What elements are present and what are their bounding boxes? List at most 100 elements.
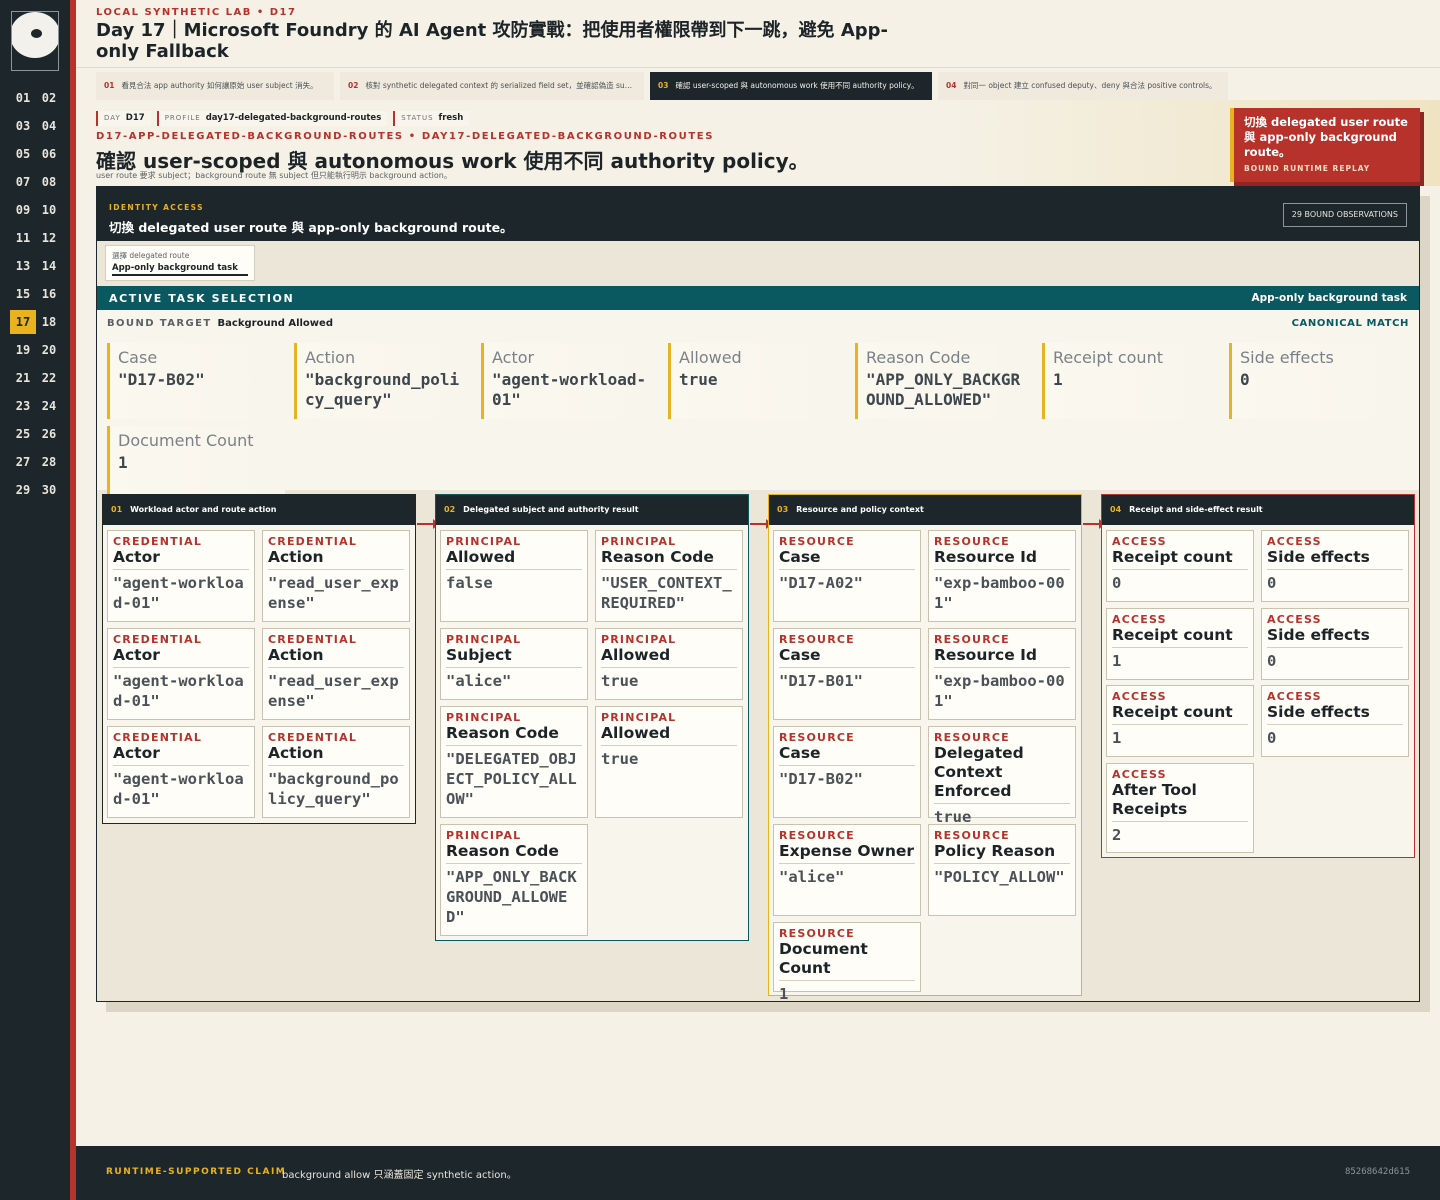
day-link-28[interactable]: 28 [36,450,62,474]
day-link-16[interactable]: 16 [36,282,62,306]
day-link-09[interactable]: 09 [10,198,36,222]
stage-delegated-subject: 02 Delegated subject and authority result… [435,494,749,941]
card-value: 0 [1267,574,1277,592]
card-label: Allowed [601,646,737,668]
day-link-24[interactable]: 24 [36,394,62,418]
claim-kicker: RUNTIME-SUPPORTED CLAIM [106,1167,287,1177]
lab-eyebrow: LOCAL SYNTHETIC LAB • D17 [96,7,297,18]
claim-footer: RUNTIME-SUPPORTED CLAIM background allow… [76,1146,1440,1200]
day-link-29[interactable]: 29 [10,478,36,502]
stage-number: 04 [1110,505,1122,514]
stage-number: 01 [111,505,123,514]
summary-key: Action [305,348,356,367]
day-link-03[interactable]: 03 [10,114,36,138]
tab-step-01[interactable]: 01 看見合法 app authority 如何讓原始 user subject … [96,72,334,100]
day-link-17[interactable]: 17 [10,310,36,334]
stage-header: 03 Resource and policy context [769,495,1081,525]
card-label: Reason Code [446,724,582,746]
tab-step-02[interactable]: 02 核對 synthetic delegated context 的 seria… [340,72,644,100]
card-tag: ACCESS [1112,613,1167,626]
evidence-card: ACCESS Receipt count 0 [1106,530,1254,602]
tab-number: 01 [104,81,115,90]
card-label: Side effects [1267,548,1403,570]
brand-logo[interactable]: M P [11,11,59,71]
day-link-13[interactable]: 13 [10,254,36,278]
stage-header: 02 Delegated subject and authority result [436,495,748,525]
card-tag: PRINCIPAL [601,535,677,548]
day-link-01[interactable]: 01 [10,86,36,110]
card-value: "alice" [446,672,512,690]
logo-monogram: M P [21,56,49,70]
evidence-card: ACCESS Receipt count 1 [1106,608,1254,680]
day-link-21[interactable]: 21 [10,366,36,390]
summary-value: 1 [1053,370,1063,389]
stage-title: Receipt and side-effect result [1129,505,1263,514]
stage-workload-actor: 01 Workload actor and route action CREDEN… [102,494,416,824]
card-value: "D17-B01" [779,672,863,690]
day-link-20[interactable]: 20 [36,338,62,362]
summary-key: Allowed [679,348,742,367]
route-select[interactable]: 選擇 delegated route App-only background t… [105,245,255,281]
day-link-25[interactable]: 25 [10,422,36,446]
card-tag: PRINCIPAL [601,711,677,724]
card-tag: CREDENTIAL [113,731,203,744]
day-link-19[interactable]: 19 [10,338,36,362]
day-link-27[interactable]: 27 [10,450,36,474]
logo-dot [31,29,42,38]
summary-action: Action "background_policy_query" [294,343,472,419]
summary-actor: Actor "agent-workload-01" [481,343,659,419]
card-value: 0 [1112,574,1122,592]
card-tag: RESOURCE [934,633,1010,646]
observations-badge[interactable]: 29 BOUND OBSERVATIONS [1282,203,1407,227]
summary-reason-code: Reason Code "APP_ONLY_BACKGROUND_ALLOWED" [855,343,1033,419]
evidence-card: ACCESS Receipt count 1 [1106,685,1254,757]
route-select-label: 選擇 delegated route [112,251,190,260]
meta-chips: DAY D17 PROFILE day17-delegated-background… [96,111,470,126]
route-ids: D17-APP-DELEGATED-BACKGROUND-ROUTES • DA… [96,131,714,142]
tab-step-03[interactable]: 03 確認 user-scoped 與 autonomous work 使用不同 … [650,72,932,100]
card-label: Receipt count [1112,703,1248,725]
day-link-26[interactable]: 26 [36,422,62,446]
day-link-22[interactable]: 22 [36,366,62,390]
active-task-label: ACTIVE TASK SELECTION [109,292,295,305]
evidence-card: RESOURCE Case "D17-B01" [773,628,921,720]
card-value: "agent-workload-01" [113,574,244,612]
tab-step-04[interactable]: 04 對同一 object 建立 confused deputy、deny 與合法… [938,72,1228,100]
stage-header: 04 Receipt and side-effect result [1102,495,1414,525]
day-link-23[interactable]: 23 [10,394,36,418]
day-list: 01 02 03 04 05 06 07 08 09 10 11 12 13 14 15 16 17 18 19 20… [10,86,62,502]
day-link-05[interactable]: 05 [10,142,36,166]
summary-value: "APP_ONLY_BACKGROUND_ALLOWED" [866,370,1021,409]
route-select-value: App-only background task [112,263,248,276]
card-tag: CREDENTIAL [268,731,358,744]
bound-target-value: Background Allowed [217,318,333,329]
evidence-card: PRINCIPAL Allowed true [595,628,743,700]
day-link-14[interactable]: 14 [36,254,62,278]
day-link-12[interactable]: 12 [36,226,62,250]
day-link-11[interactable]: 11 [10,226,36,250]
chip-key: STATUS [401,114,434,122]
card-value: 1 [779,985,789,1003]
card-tag: CREDENTIAL [113,633,203,646]
day-link-06[interactable]: 06 [36,142,62,166]
card-label: Action [268,744,404,766]
summary-key: Actor [492,348,535,367]
card-tag: ACCESS [1267,535,1322,548]
day-link-15[interactable]: 15 [10,282,36,306]
day-link-08[interactable]: 08 [36,170,62,194]
active-task-bar: ACTIVE TASK SELECTION App-only backgroun… [97,286,1419,310]
runtime-replay-callout[interactable]: 切換 delegated user route 與 app-only backg… [1230,108,1420,182]
day-link-07[interactable]: 07 [10,170,36,194]
card-value: 0 [1267,729,1277,747]
day-link-30[interactable]: 30 [36,478,62,502]
day-link-10[interactable]: 10 [36,198,62,222]
day-link-04[interactable]: 04 [36,114,62,138]
card-label: Case [779,646,915,668]
day-link-18[interactable]: 18 [36,310,62,334]
evidence-card: ACCESS Side effects 0 [1261,685,1409,757]
page-title: Day 17｜Microsoft Foundry 的 AI Agent 攻防實戰… [96,20,888,62]
canonical-match-badge: CANONICAL MATCH [1291,318,1409,329]
evidence-card: RESOURCE Resource Id "exp-bamboo-001" [928,628,1076,720]
day-link-02[interactable]: 02 [36,86,62,110]
card-tag: PRINCIPAL [446,535,522,548]
